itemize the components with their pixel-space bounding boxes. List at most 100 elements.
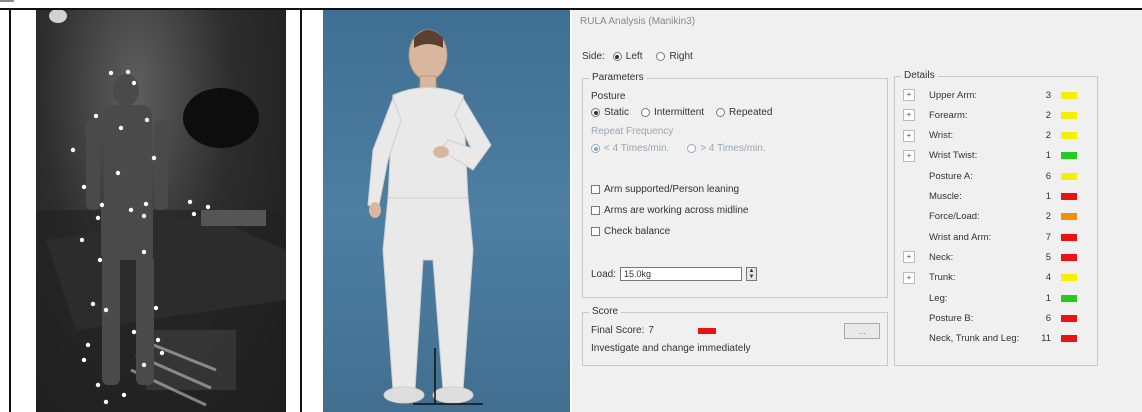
details-row-label: Posture B:: [929, 312, 974, 324]
details-row-value: 6: [1045, 312, 1051, 324]
details-row-value: 5: [1045, 251, 1051, 263]
manikin-figure: [367, 29, 492, 405]
details-row-label: Trunk:: [929, 272, 956, 284]
details-row-label: Force/Load:: [929, 211, 980, 223]
arms-midline-checkbox[interactable]: [591, 206, 600, 215]
posture-options: Static Intermittent Repeated: [591, 107, 772, 118]
details-row-label: Wrist Twist:: [929, 150, 978, 162]
details-row: + Forearm: 2: [895, 105, 1095, 125]
figure-frame: RULA Analysis (Manikin3) Side: Left Righ…: [0, 0, 1142, 412]
repeat-frequency-label: Repeat Frequency: [591, 126, 673, 137]
details-row: Wrist and Arm: 7: [895, 227, 1095, 247]
window-title: RULA Analysis (Manikin3): [580, 16, 696, 27]
check-balance-option[interactable]: Check balance: [591, 226, 670, 237]
details-row-color: [1061, 172, 1077, 180]
side-left-radio[interactable]: [612, 52, 622, 61]
expand-icon[interactable]: +: [903, 89, 915, 101]
details-row-value: 7: [1045, 231, 1051, 243]
posture-static-label[interactable]: Static: [604, 107, 629, 118]
repeat-gt4-label[interactable]: > 4 Times/min.: [700, 143, 765, 154]
expand-icon[interactable]: +: [903, 109, 915, 122]
details-row-label: Upper Arm:: [929, 89, 978, 101]
details-row: Muscle: 1: [895, 187, 1095, 207]
posture-repeated-label[interactable]: Repeated: [729, 107, 772, 118]
rula-analysis-window: RULA Analysis (Manikin3) Side: Left Righ…: [572, 10, 1142, 412]
details-row-value: 2: [1045, 130, 1051, 142]
repeat-gt4-radio[interactable]: [687, 144, 697, 153]
details-row: + Wrist: 2: [895, 126, 1095, 146]
left-border: [9, 8, 11, 412]
details-row-value: 2: [1045, 211, 1051, 223]
details-row: Leg: 1: [895, 288, 1095, 308]
pose-camera-image: [36, 10, 286, 412]
expand-icon[interactable]: +: [903, 271, 915, 284]
details-row-value: 3: [1045, 89, 1051, 101]
spin-up-down-icon[interactable]: ▲ ▼: [746, 267, 758, 281]
expand-icon[interactable]: +: [903, 251, 915, 264]
details-row: + Trunk: 4: [895, 268, 1095, 288]
posture-intermittent-radio[interactable]: [641, 108, 651, 117]
posture-label-text: Posture: [591, 91, 626, 102]
details-row: + Upper Arm: 3: [895, 85, 1095, 105]
pose-keypoint-overlay: [36, 10, 286, 412]
details-row-label: Forearm:: [929, 109, 968, 121]
score-group: Score Final Score: 7 Investigate and cha…: [582, 306, 888, 366]
posture-repeated-radio[interactable]: [716, 108, 726, 117]
details-row-color: [1061, 253, 1077, 261]
details-row-color: [1061, 132, 1077, 140]
score-details-button[interactable]: ...: [844, 323, 880, 339]
posture-static-radio[interactable]: [591, 108, 600, 117]
details-row-value: 2: [1045, 109, 1051, 121]
details-row-value: 11: [1041, 333, 1051, 345]
check-balance-label[interactable]: Check balance: [604, 226, 670, 237]
expand-icon[interactable]: +: [903, 129, 915, 142]
details-row-label: Leg:: [929, 292, 948, 304]
arm-supported-option[interactable]: Arm supported/Person leaning: [591, 184, 739, 195]
manikin-3d-view[interactable]: [323, 10, 570, 412]
arm-supported-checkbox[interactable]: [591, 185, 600, 194]
parameters-group: Parameters Posture Static Intermittent R…: [582, 72, 888, 298]
details-row: + Wrist Twist: 1: [895, 146, 1095, 166]
details-row-value: 6: [1045, 170, 1051, 182]
details-row: Posture B: 6: [895, 308, 1095, 328]
side-right-radio[interactable]: [656, 52, 666, 61]
details-row-value: 1: [1045, 150, 1051, 162]
posture-intermittent-label[interactable]: Intermittent: [654, 107, 704, 118]
arms-midline-option[interactable]: Arms are working across midline: [591, 205, 749, 216]
repeat-frequency-options: < 4 Times/min. > 4 Times/min.: [591, 143, 766, 154]
score-message-row: Investigate and change immediately: [591, 343, 751, 354]
repeat-frequency-text: Repeat Frequency: [591, 126, 674, 137]
score-message: Investigate and change immediately: [591, 343, 751, 354]
details-row-color: [1061, 233, 1077, 241]
details-row-color: [1061, 193, 1077, 200]
repeat-lt4-radio[interactable]: [591, 144, 600, 153]
score-legend: Score: [589, 306, 622, 317]
load-input[interactable]: 15.0kg: [620, 267, 743, 281]
parameters-legend: Parameters: [589, 72, 647, 83]
repeat-lt4-label[interactable]: < 4 Times/min.: [604, 143, 669, 154]
details-row-value: 4: [1045, 272, 1051, 284]
load-label: Load:: [591, 268, 617, 280]
details-row: Neck, Trunk and Leg: 11: [895, 329, 1095, 349]
details-row-color: [1061, 294, 1077, 302]
details-row: Posture A: 6: [895, 166, 1095, 186]
details-row-label: Neck:: [929, 251, 954, 263]
arm-supported-label[interactable]: Arm supported/Person leaning: [604, 184, 739, 195]
details-row-color: [1061, 91, 1077, 99]
side-label: Side:: [582, 51, 605, 62]
middle-border: [300, 8, 302, 412]
details-legend: Details: [901, 70, 938, 81]
details-row-value: 1: [1045, 292, 1051, 304]
details-row-value: 1: [1045, 191, 1051, 202]
final-score-row: Final Score: 7: [591, 325, 716, 336]
arms-midline-label[interactable]: Arms are working across midline: [604, 205, 749, 216]
side-left-label[interactable]: Left: [626, 51, 643, 62]
expand-icon[interactable]: +: [903, 149, 915, 162]
side-right-label[interactable]: Right: [669, 51, 692, 62]
details-row-color: [1061, 314, 1077, 322]
check-balance-checkbox[interactable]: [591, 227, 600, 236]
details-row: Force/Load: 2: [895, 207, 1095, 227]
posture-label: Posture: [591, 91, 625, 102]
details-row-label: Posture A:: [929, 170, 973, 182]
details-row-color: [1061, 274, 1077, 282]
